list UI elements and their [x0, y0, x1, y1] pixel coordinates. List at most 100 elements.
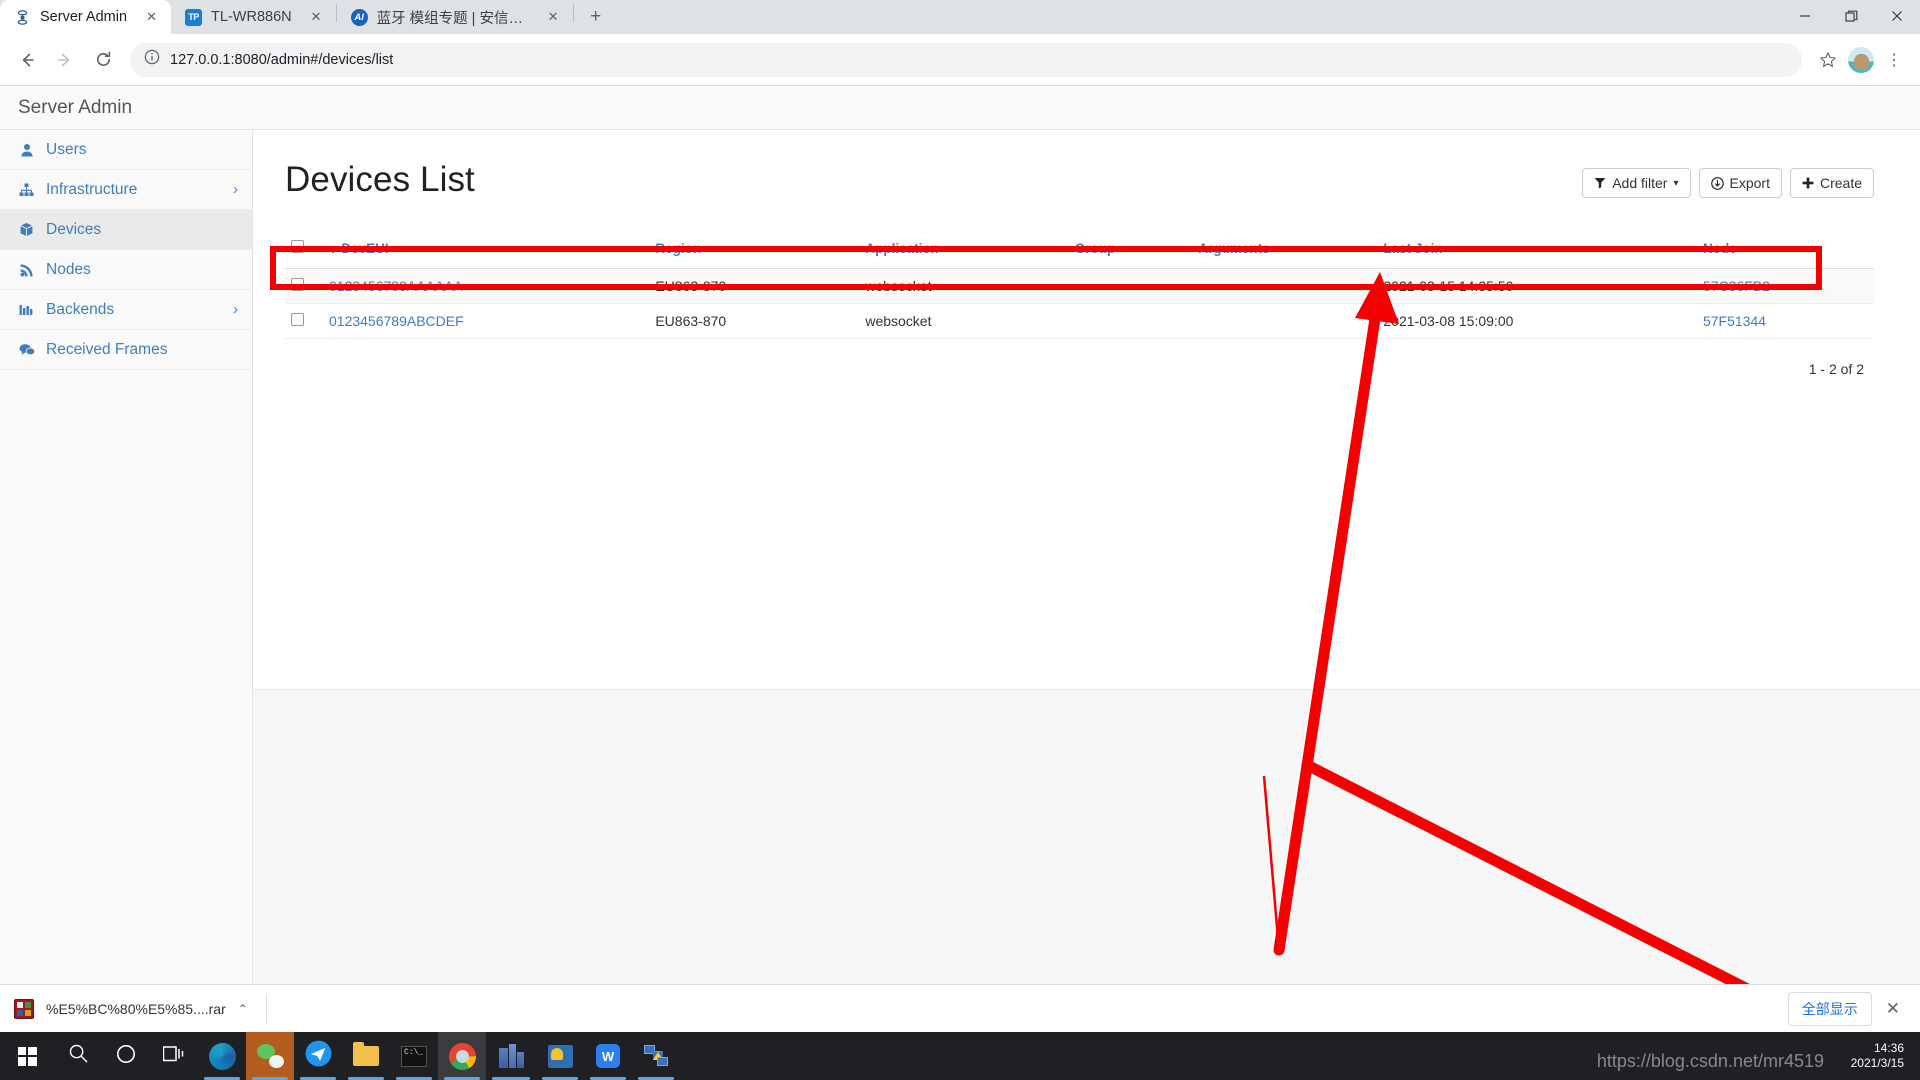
node-link[interactable]: 57C36FB2	[1703, 278, 1770, 294]
sidebar-item-received-frames[interactable]: Received Frames	[0, 330, 252, 370]
new-tab-button[interactable]: +	[581, 2, 611, 32]
app-title: Server Admin	[18, 96, 133, 118]
browser-tab-strip: Server Admin ✕ TP TL-WR886N ✕ AI 蓝牙 模组专题…	[0, 0, 1920, 34]
add-filter-button[interactable]: Add filter ▾	[1582, 168, 1691, 198]
screen: Server Admin ✕ TP TL-WR886N ✕ AI 蓝牙 模组专题…	[0, 0, 1920, 1080]
sidebar-item-users[interactable]: Users	[0, 130, 252, 170]
page-background-area	[253, 690, 1920, 996]
download-file-name: %E5%BC%80%E5%85....rar	[46, 1000, 226, 1017]
bookmark-star-icon[interactable]	[1812, 44, 1844, 76]
export-label: Export	[1729, 175, 1770, 191]
sort-desc-icon: ⌄	[329, 244, 338, 256]
table-row[interactable]: 0123456789AAAAAA EU863-870 websocket 202…	[285, 268, 1874, 304]
sidebar-item-label: Nodes	[46, 260, 91, 278]
browser-tab-2[interactable]: AI 蓝牙 模组专题 | 安信可科技 ✕	[337, 0, 573, 34]
cell-deveui[interactable]: 0123456789AAAAAA	[323, 268, 632, 304]
column-header-group[interactable]: Group	[1056, 234, 1193, 269]
select-all-checkbox[interactable]	[291, 240, 304, 253]
sidebar-item-label: Users	[46, 140, 87, 158]
cell-node[interactable]: 57F51344	[1686, 303, 1874, 339]
tab-close-icon[interactable]: ✕	[142, 8, 161, 27]
devices-table: ⌄ DevEUI Region Application Group Argumen…	[285, 234, 1874, 339]
download-item[interactable]: %E5%BC%80%E5%85....rar ⌃	[14, 998, 266, 1019]
sidebar-item-label: Backends	[46, 300, 115, 318]
download-bar: %E5%BC%80%E5%85....rar ⌃ 全部显示 ✕	[0, 984, 1920, 1032]
tab-title: 蓝牙 模组专题 | 安信可科技	[376, 10, 529, 27]
row-select-cell[interactable]	[285, 268, 323, 304]
column-header-deveui[interactable]: ⌄ DevEUI	[323, 234, 632, 269]
taskbar: C:\_ W 14:36 2021/3/15 https://blog.csdn…	[0, 1032, 1920, 1080]
column-header-last-join[interactable]: Last Join	[1367, 234, 1687, 269]
create-button[interactable]: Create	[1789, 168, 1874, 198]
sidebar-item-label: Devices	[46, 220, 102, 238]
forward-icon[interactable]	[48, 43, 82, 77]
column-header-application[interactable]: Application	[843, 234, 1057, 269]
address-bar[interactable]: 127.0.0.1:8080/admin#/devices/list	[130, 42, 1802, 77]
chart-bar-icon	[18, 303, 35, 316]
row-checkbox[interactable]	[291, 278, 304, 291]
show-all-downloads-button[interactable]: 全部显示	[1787, 991, 1872, 1026]
back-icon[interactable]	[10, 43, 44, 77]
cell-deveui[interactable]: 0123456789ABCDEF	[323, 303, 632, 339]
deveui-link[interactable]: 0123456789AAAAAA	[329, 278, 463, 294]
anxinke-icon: AI	[350, 8, 368, 26]
cell-application: websocket	[843, 303, 1057, 339]
export-button[interactable]: Export	[1698, 168, 1782, 198]
chevron-down-icon: ▾	[1673, 177, 1679, 189]
row-select-cell[interactable]	[285, 303, 323, 339]
create-label: Create	[1819, 175, 1862, 191]
sidebar: Users Infrastructure › Devices Nodes Bac…	[0, 130, 253, 996]
download-bar-actions: 全部显示 ✕	[1787, 991, 1906, 1026]
chrome-menu-icon[interactable]: ⋮	[1878, 44, 1910, 76]
column-header-region[interactable]: Region	[631, 234, 844, 269]
omnibox-actions: ⋮	[1812, 44, 1910, 76]
cell-group	[1056, 268, 1193, 304]
column-header-arguments[interactable]: Arguments	[1192, 234, 1368, 269]
page-title: Devices List	[285, 160, 475, 199]
deveui-link[interactable]: 0123456789ABCDEF	[329, 313, 464, 329]
window-controls	[1782, 0, 1920, 32]
download-divider	[265, 993, 267, 1024]
column-label: DevEUI	[341, 240, 389, 256]
tab-title: TL-WR886N	[211, 9, 292, 25]
main-content: Devices List Add filter ▾ Export Create …	[253, 130, 1920, 996]
sidebar-item-devices[interactable]: Devices	[0, 210, 252, 250]
table-row[interactable]: 0123456789ABCDEF EU863-870 websocket 202…	[285, 303, 1874, 339]
cell-group	[1056, 303, 1193, 339]
sidebar-item-nodes[interactable]: Nodes	[0, 250, 252, 290]
pagination-text: 1 - 2 of 2	[1808, 361, 1864, 377]
column-header-node[interactable]: Node	[1686, 234, 1874, 269]
browser-tab-1[interactable]: TP TL-WR886N ✕	[171, 0, 336, 34]
profile-avatar[interactable]	[1848, 46, 1874, 73]
cell-region: EU863-870	[631, 268, 844, 304]
tab-close-icon[interactable]: ✕	[544, 8, 563, 27]
server-admin-icon	[14, 9, 31, 26]
minimize-icon[interactable]	[1782, 0, 1828, 32]
sidebar-item-label: Infrastructure	[46, 180, 138, 198]
sidebar-item-infrastructure[interactable]: Infrastructure ›	[0, 170, 252, 210]
cell-arguments	[1192, 268, 1368, 304]
site-info-icon[interactable]	[144, 49, 160, 70]
devices-panel: Devices List Add filter ▾ Export Create …	[253, 130, 1920, 690]
rss-icon	[18, 263, 35, 277]
sitemap-icon	[18, 183, 35, 197]
restore-icon[interactable]	[1828, 0, 1874, 32]
panel-header: Devices List Add filter ▾ Export Create	[285, 160, 1874, 200]
tab-close-icon[interactable]: ✕	[307, 8, 326, 27]
address-text: 127.0.0.1:8080/admin#/devices/list	[170, 51, 394, 68]
cell-arguments	[1192, 303, 1368, 339]
chevron-up-icon[interactable]: ⌃	[238, 1002, 248, 1016]
cell-node[interactable]: 57C36FB2	[1686, 268, 1874, 304]
row-checkbox[interactable]	[291, 313, 304, 326]
table-body: 0123456789AAAAAA EU863-870 websocket 202…	[285, 268, 1874, 339]
close-icon[interactable]	[1874, 0, 1920, 32]
browser-tab-0[interactable]: Server Admin ✕	[0, 0, 172, 34]
user-icon	[18, 143, 35, 157]
reload-icon[interactable]	[86, 43, 120, 77]
select-all-header[interactable]	[285, 234, 323, 269]
table-head: ⌄ DevEUI Region Application Group Argumen…	[285, 234, 1874, 269]
node-link[interactable]: 57F51344	[1703, 313, 1766, 329]
close-download-bar-icon[interactable]: ✕	[1886, 999, 1906, 1019]
page-viewport: Server Admin Users Infrastructure › Devi…	[0, 86, 1920, 996]
sidebar-item-backends[interactable]: Backends ›	[0, 290, 252, 330]
